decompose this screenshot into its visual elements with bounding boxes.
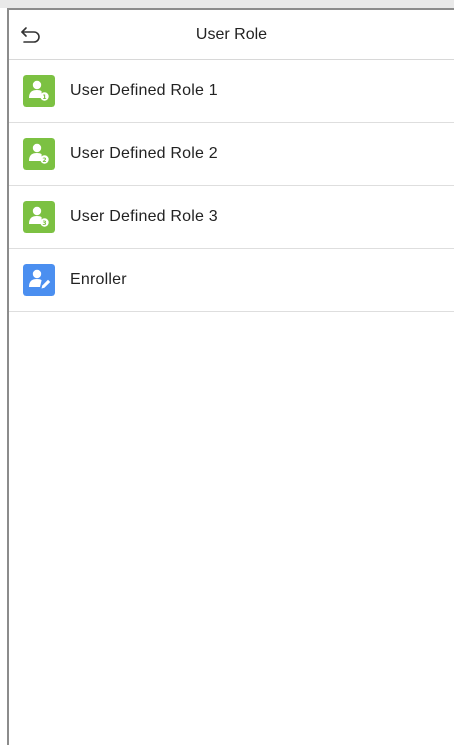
role-label: User Defined Role 2 [70,145,218,162]
page-title: User Role [195,26,268,43]
list-item-user-defined-role-3[interactable]: 3 User Defined Role 3 [9,186,454,249]
list-item-user-defined-role-2[interactable]: 2 User Defined Role 2 [9,123,454,186]
user-role-icon: 2 [23,138,55,170]
list-item-enroller[interactable]: Enroller [9,249,454,312]
role-badge-1: 1 [42,94,46,101]
role-badge-3: 3 [42,220,46,227]
role-label: User Defined Role 1 [70,82,218,99]
header-bar: User Role [9,10,454,60]
role-label: Enroller [70,271,127,288]
role-label: User Defined Role 3 [70,208,218,225]
user-role-icon: 1 [23,75,55,107]
user-role-screen: User Role 1 User Defined Role 1 2 User D [0,0,454,745]
role-badge-2: 2 [42,157,46,164]
enroller-icon [23,264,55,296]
role-list: 1 User Defined Role 1 2 User Defined Rol… [9,60,454,312]
list-item-user-defined-role-1[interactable]: 1 User Defined Role 1 [9,60,454,123]
top-strip [0,0,454,8]
user-role-icon: 3 [23,201,55,233]
